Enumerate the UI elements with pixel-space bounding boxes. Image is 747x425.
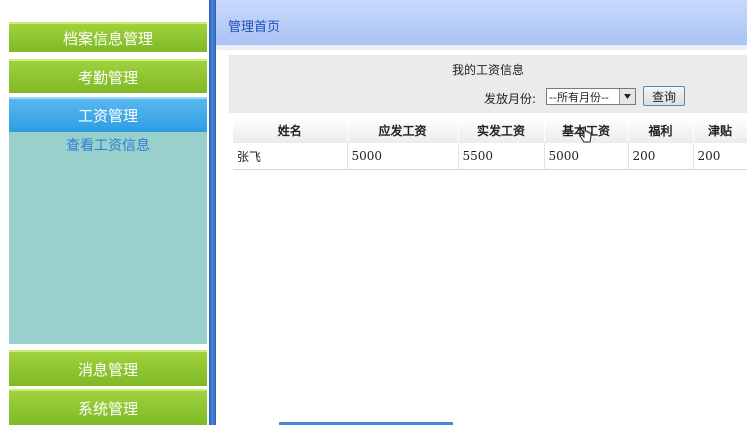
salary-table: 姓名 应发工资 实发工资 基本工资 福利 津贴 张飞 5000 5500 500… xyxy=(233,117,747,170)
menu-archive-label: 档案信息管理 xyxy=(62,29,153,48)
cell-benefit: 200 xyxy=(628,143,694,170)
mouse-pointer-icon xyxy=(579,126,592,143)
sidebar: 档案信息管理 考勤管理 工资管理 查看工资信息 消息管理 系统管理 xyxy=(0,0,209,425)
cell-gross: 5000 xyxy=(347,143,459,170)
menu-system[interactable]: 系统管理 xyxy=(9,389,207,425)
table-header-row: 姓名 应发工资 实发工资 基本工资 福利 津贴 xyxy=(233,117,747,143)
menu-archive[interactable]: 档案信息管理 xyxy=(9,22,207,52)
column-header-gross: 应发工资 xyxy=(347,117,459,143)
month-select-value: --所有月份-- xyxy=(549,90,609,104)
menu-system-label: 系统管理 xyxy=(77,399,138,418)
chevron-down-icon[interactable] xyxy=(619,89,635,104)
month-select[interactable]: --所有月份-- xyxy=(546,88,636,105)
column-header-name: 姓名 xyxy=(233,117,348,143)
panel-title: 我的工资信息 xyxy=(451,63,524,77)
cell-net: 5500 xyxy=(458,143,545,170)
menu-messages[interactable]: 消息管理 xyxy=(9,350,207,386)
query-button[interactable]: 查询 xyxy=(643,86,685,106)
table-row: 张飞 5000 5500 5000 200 200 xyxy=(233,143,747,170)
breadcrumb[interactable]: 管理首页 xyxy=(228,16,280,35)
menu-messages-label: 消息管理 xyxy=(77,360,138,379)
menu-attendance[interactable]: 考勤管理 xyxy=(9,59,207,93)
cell-base: 5000 xyxy=(544,143,629,170)
salary-panel: 我的工资信息 发放月份: --所有月份-- 查询 xyxy=(229,55,747,113)
top-bar: 管理首页 xyxy=(216,0,747,45)
top-bar-separator xyxy=(216,45,747,50)
column-header-allowance: 津贴 xyxy=(693,117,747,143)
menu-salary[interactable]: 工资管理 xyxy=(9,97,207,132)
menu-salary-label: 工资管理 xyxy=(77,107,138,125)
frame-divider[interactable] xyxy=(209,0,216,425)
submenu-view-salary[interactable]: 查看工资信息 xyxy=(9,132,207,155)
column-header-net: 实发工资 xyxy=(458,117,545,143)
salary-submenu: 查看工资信息 xyxy=(9,132,207,344)
column-header-benefit: 福利 xyxy=(628,117,694,143)
menu-attendance-label: 考勤管理 xyxy=(77,68,138,87)
month-filter-label: 发放月份: xyxy=(484,92,537,106)
cell-name: 张飞 xyxy=(233,143,348,170)
cell-allowance: 200 xyxy=(693,143,747,170)
